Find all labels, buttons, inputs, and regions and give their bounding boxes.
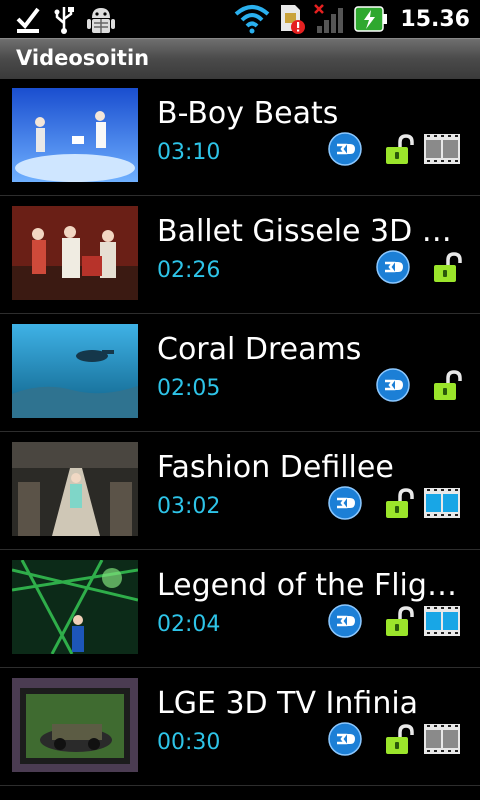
clock: 15.36 bbox=[400, 6, 470, 32]
unlocked-icon bbox=[434, 252, 462, 282]
video-duration: 03:02 bbox=[157, 494, 221, 519]
video-list-item[interactable]: Fashion Defillee 03:02 bbox=[0, 432, 480, 550]
video-thumbnail[interactable] bbox=[12, 324, 138, 418]
unlocked-icon bbox=[386, 134, 414, 164]
video-thumbnail[interactable] bbox=[12, 206, 138, 300]
video-title: Coral Dreams bbox=[157, 332, 362, 367]
video-format-icon bbox=[424, 488, 460, 518]
page-title: Videosoitin bbox=[16, 46, 150, 70]
3d-badge-icon[interactable] bbox=[376, 368, 410, 402]
video-thumbnail[interactable] bbox=[12, 678, 138, 772]
battery-charging-icon bbox=[354, 6, 388, 32]
sim-alert-icon bbox=[281, 5, 306, 34]
video-title: Legend of the Flight... bbox=[157, 568, 469, 603]
video-list-item[interactable]: B-Boy Beats 03:10 bbox=[0, 78, 480, 196]
video-thumbnail[interactable] bbox=[12, 560, 138, 654]
3d-badge-icon[interactable] bbox=[328, 604, 362, 638]
video-thumbnail[interactable] bbox=[12, 442, 138, 536]
video-duration: 03:10 bbox=[157, 140, 221, 165]
3d-badge-icon[interactable] bbox=[328, 722, 362, 756]
video-list: B-Boy Beats 03:10 Ballet Gissele 3D b... 02… bbox=[0, 78, 480, 786]
title-bar: Videosoitin bbox=[0, 38, 480, 79]
video-duration: 02:26 bbox=[157, 258, 221, 283]
unlocked-icon bbox=[386, 606, 414, 636]
3d-badge-icon[interactable] bbox=[328, 132, 362, 166]
download-complete-icon bbox=[16, 7, 40, 33]
video-duration: 02:04 bbox=[157, 612, 221, 637]
3d-badge-icon[interactable] bbox=[376, 250, 410, 284]
video-title: B-Boy Beats bbox=[157, 96, 339, 131]
unlocked-icon bbox=[386, 724, 414, 754]
wifi-icon bbox=[235, 5, 270, 34]
video-title: Ballet Gissele 3D b... bbox=[157, 214, 469, 249]
video-thumbnail[interactable] bbox=[12, 88, 138, 182]
video-title: LGE 3D TV Infinia bbox=[157, 686, 419, 721]
video-list-item[interactable]: LGE 3D TV Infinia 00:30 bbox=[0, 668, 480, 786]
video-duration: 02:05 bbox=[157, 376, 221, 401]
status-bar: 15.36 bbox=[0, 0, 480, 38]
video-list-item[interactable]: Legend of the Flight... 02:04 bbox=[0, 550, 480, 668]
video-list-item[interactable]: Coral Dreams 02:05 bbox=[0, 314, 480, 432]
unlocked-icon bbox=[434, 370, 462, 400]
3d-badge-icon[interactable] bbox=[328, 486, 362, 520]
signal-strength-icon bbox=[314, 4, 344, 33]
video-duration: 00:30 bbox=[157, 730, 221, 755]
video-format-icon bbox=[424, 724, 460, 754]
video-format-icon bbox=[424, 606, 460, 636]
video-format-icon bbox=[424, 134, 460, 164]
video-list-item[interactable]: Ballet Gissele 3D b... 02:26 bbox=[0, 196, 480, 314]
unlocked-icon bbox=[386, 488, 414, 518]
video-title: Fashion Defillee bbox=[157, 450, 394, 485]
android-debug-icon bbox=[87, 8, 115, 33]
usb-icon bbox=[54, 7, 74, 34]
